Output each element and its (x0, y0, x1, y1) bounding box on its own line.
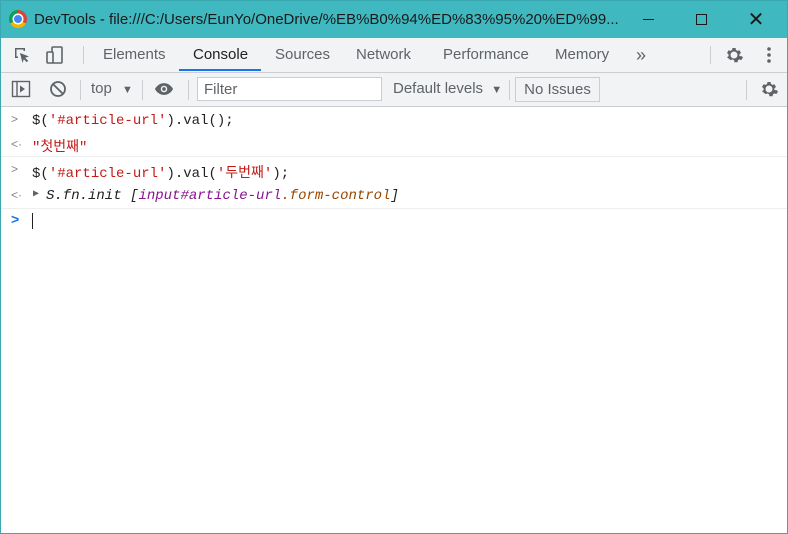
result-arrow-icon: <· (11, 137, 23, 151)
input-chevron-icon: > (11, 162, 19, 176)
context-selector[interactable]: top ▼ (91, 80, 133, 97)
settings-gear-icon[interactable] (724, 45, 744, 65)
result-object: S.fn.init [input#article-url.form-contro… (46, 188, 399, 204)
more-options-icon[interactable] (759, 45, 779, 65)
console-entry-result[interactable]: <· ▶ S.fn.init [input#article-url.form-c… (1, 182, 787, 209)
prompt-chevron-icon: > (11, 211, 20, 227)
window-title: DevTools - file:///C:/Users/EunYo/OneDri… (34, 11, 619, 28)
context-label: top (91, 80, 112, 97)
result-arrow-icon: <· (11, 188, 23, 202)
tabbar-divider (83, 46, 84, 64)
console-toolbar: top ▼ Default levels ▼ No Issues (1, 73, 787, 107)
log-levels-label: Default levels (393, 80, 484, 97)
maximize-icon (695, 14, 707, 25)
console-entry-result: <· "첫번째" (1, 132, 787, 157)
issues-button[interactable]: No Issues (515, 77, 600, 102)
tab-elements[interactable]: Elements (103, 38, 166, 72)
toolbar-divider (746, 80, 747, 100)
close-button[interactable]: ✕ (733, 1, 779, 38)
tab-network[interactable]: Network (356, 38, 411, 72)
live-expression-eye-icon[interactable] (154, 79, 174, 99)
levels-dropdown-icon: ▼ (491, 84, 503, 96)
log-levels-dropdown[interactable]: Default levels ▼ (393, 80, 502, 97)
toolbar-divider (80, 80, 81, 100)
devtools-window: DevTools - file:///C:/Users/EunYo/OneDri… (0, 0, 788, 534)
console-output[interactable]: > $('#article-url').val(); <· "첫번째" > $(… (1, 107, 787, 533)
console-settings-gear-icon[interactable] (759, 79, 779, 99)
minimize-button[interactable] (625, 1, 671, 38)
maximize-button[interactable] (678, 1, 724, 38)
tabbar-divider-right (710, 46, 711, 64)
clear-console-icon[interactable] (48, 79, 68, 99)
console-entry-input: > $('#article-url').val(); (1, 107, 787, 132)
input-chevron-icon: > (11, 112, 19, 126)
device-toolbar-icon[interactable] (45, 45, 65, 65)
console-command: $('#article-url').val(); (32, 113, 234, 129)
console-command: $('#article-url').val('두번째'); (32, 166, 290, 182)
minimize-icon (642, 19, 654, 20)
text-cursor (32, 213, 33, 229)
title-bar: DevTools - file:///C:/Users/EunYo/OneDri… (1, 1, 787, 38)
expand-triangle-icon[interactable]: ▶ (33, 188, 39, 200)
console-entry-input: > $('#article-url').val('두번째'); (1, 157, 787, 182)
tab-sources[interactable]: Sources (275, 38, 330, 72)
show-sidebar-icon[interactable] (11, 79, 31, 99)
close-icon: ✕ (747, 8, 765, 31)
active-tab-indicator (179, 69, 261, 71)
tab-memory[interactable]: Memory (555, 38, 609, 72)
toolbar-divider (188, 80, 189, 100)
toolbar-divider (509, 80, 510, 100)
tab-performance[interactable]: Performance (443, 38, 529, 72)
tab-console[interactable]: Console (193, 38, 248, 72)
toolbar-divider (142, 80, 143, 100)
panel-tab-bar: Elements Console Sources Network Perform… (1, 38, 787, 73)
chrome-logo-icon (9, 10, 27, 28)
result-string: "첫번째" (32, 140, 88, 156)
context-dropdown-icon: ▼ (122, 84, 133, 96)
inspect-element-icon[interactable] (12, 45, 32, 65)
filter-input[interactable] (197, 77, 382, 101)
more-tabs-icon[interactable]: » (636, 38, 646, 72)
